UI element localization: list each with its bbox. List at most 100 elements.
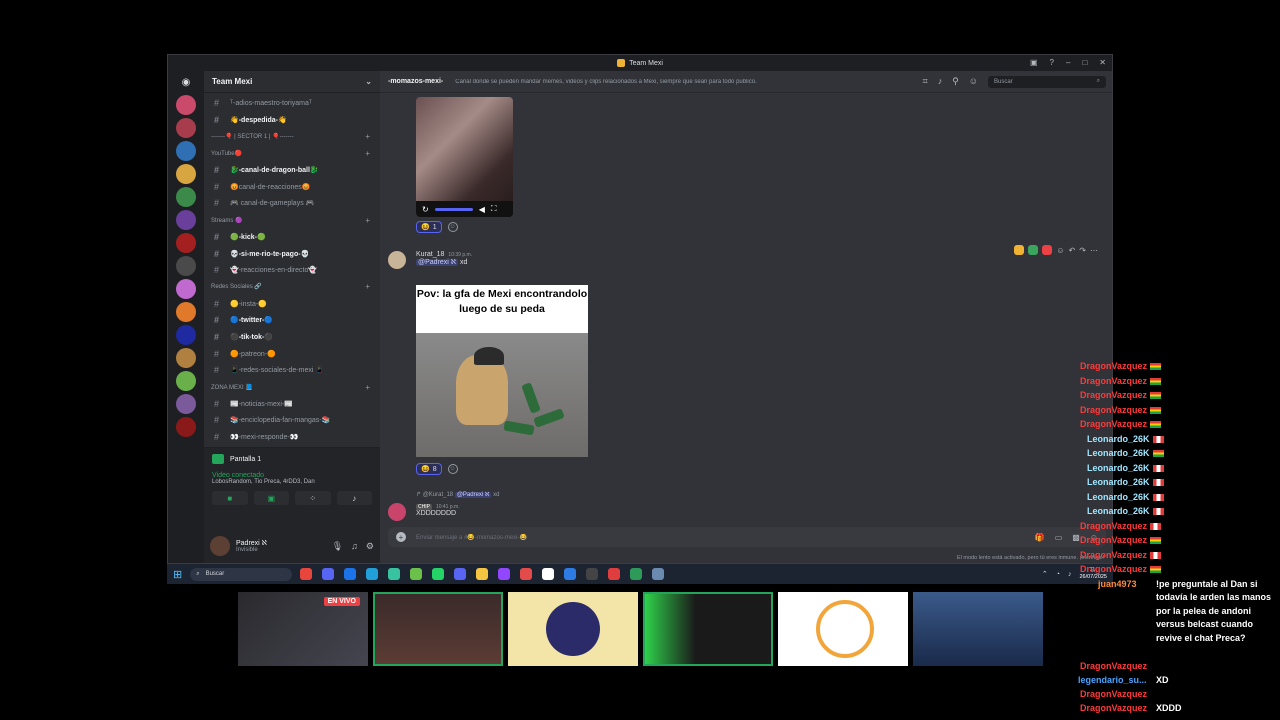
chat-username[interactable]: juan4973 — [1098, 578, 1137, 592]
gif-icon[interactable]: ▭ — [1055, 533, 1063, 542]
soundboard-button[interactable]: ♪ — [336, 491, 372, 505]
app-icon[interactable] — [498, 568, 511, 580]
server-icon[interactable] — [176, 95, 196, 115]
mention[interactable]: @Padrexi ℵ — [416, 259, 459, 266]
chat-username[interactable]: DragonVazquez — [1080, 521, 1147, 531]
chat-username[interactable]: DragonVazquez — [1080, 376, 1147, 386]
minimize-button[interactable]: – — [1066, 58, 1070, 67]
whatsapp-icon[interactable] — [432, 568, 445, 580]
server-icon[interactable] — [176, 210, 196, 230]
volume-icon[interactable]: ◀ — [479, 205, 485, 214]
volume-icon[interactable]: ♪ — [1068, 571, 1072, 578]
channel-item[interactable]: # 😡canal-de-reacciones😡 — [208, 178, 376, 195]
server-icon[interactable] — [176, 279, 196, 299]
channel-item[interactable]: # 👋-despedida-👋 — [208, 112, 376, 129]
channel-item[interactable]: # ᵀ-adios-maestro-toriyamaᵀ — [208, 95, 376, 112]
app-icon[interactable] — [630, 568, 643, 580]
server-icon[interactable] — [176, 417, 196, 437]
app-icon[interactable] — [542, 568, 555, 580]
server-icon[interactable] — [176, 141, 196, 161]
server-icon[interactable] — [176, 187, 196, 207]
guild-header[interactable]: Team Mexi ⌄ — [204, 71, 380, 93]
taskbar-search[interactable]: ⌕ Buscar — [190, 567, 293, 581]
activities-button[interactable]: ⁘ — [295, 491, 331, 505]
chevron-up-icon[interactable]: ⌃ — [1042, 570, 1048, 578]
share-screen-button[interactable]: ▣ — [253, 491, 289, 505]
add-reaction-icon[interactable]: ☺ — [447, 222, 458, 232]
channel-item[interactable]: # ⚫-tik-tok-⚫ — [208, 329, 376, 346]
reaction-emoji-icon[interactable] — [1028, 245, 1039, 255]
fullscreen-icon[interactable]: ⛶ — [491, 204, 497, 214]
add-channel-icon[interactable]: + — [365, 149, 370, 158]
author-name[interactable]: Kurat_18 — [416, 251, 444, 258]
more-icon[interactable]: ⋯ — [1090, 246, 1098, 255]
chat-username[interactable]: Leonardo_26K — [1087, 434, 1150, 444]
threads-icon[interactable]: ⌗ — [923, 76, 928, 87]
chat-username[interactable]: DragonVazquez — [1080, 535, 1147, 545]
channel-item[interactable]: # 👻-reacciones-en-directo👻 — [208, 262, 376, 279]
help-icon[interactable]: ? — [1050, 58, 1054, 67]
avatar[interactable] — [388, 251, 406, 269]
chat-username[interactable]: DragonVazquez — [1080, 419, 1147, 429]
chat-username[interactable]: DragonVazquez — [1080, 361, 1147, 371]
app-icon[interactable] — [520, 568, 533, 580]
server-icon[interactable] — [176, 325, 196, 345]
channel-item[interactable]: # 🟠-patreon-🟠 — [208, 345, 376, 362]
inbox-icon[interactable]: ▣ — [1030, 58, 1038, 67]
chat-username[interactable]: DragonVazquez — [1080, 702, 1147, 716]
app-icon[interactable] — [322, 568, 335, 580]
chat-username[interactable]: DragonVazquez — [1080, 390, 1147, 400]
video-progress-bar[interactable] — [434, 207, 473, 211]
channel-category[interactable]: Redes Sociales 🔗 + — [208, 279, 376, 296]
add-channel-icon[interactable]: + — [365, 383, 370, 392]
channel-item[interactable]: # 🎮 canal-de-gameplays 🎮 — [208, 195, 376, 212]
gift-icon[interactable]: 🎁 — [1035, 533, 1045, 542]
channel-item[interactable]: # 📱-redes-sociales-de-mexi 📱 — [208, 362, 376, 379]
chrome-icon[interactable] — [300, 568, 313, 580]
members-icon[interactable]: ☺ — [969, 76, 978, 87]
video-attachment[interactable]: ↻ ◀ ⛶ — [416, 97, 513, 217]
channel-item[interactable]: # 🟢-kick-🟢 — [208, 229, 376, 246]
reply-icon[interactable]: ↶ — [1069, 246, 1076, 255]
chat-username[interactable]: legendario_su... — [1078, 674, 1147, 688]
discord-icon[interactable] — [454, 568, 467, 580]
channel-item[interactable]: # 📚-enciclopedia-fan-mangas-📚 — [208, 412, 376, 429]
server-icon[interactable] — [176, 118, 196, 138]
camera-button[interactable]: ■ — [212, 491, 248, 505]
search-input[interactable]: Buscar ⌕ — [988, 75, 1106, 88]
obs-icon[interactable] — [586, 568, 599, 580]
maximize-button[interactable]: □ — [1082, 58, 1087, 67]
app-icon[interactable] — [410, 568, 423, 580]
mic-icon[interactable]: 🎙 — [332, 541, 343, 552]
windows-start-icon[interactable]: ⊞ — [173, 568, 182, 581]
replay-icon[interactable]: ↻ — [422, 205, 429, 214]
avatar[interactable] — [388, 503, 406, 521]
chat-username[interactable]: Leonardo_26K — [1087, 506, 1150, 516]
forward-icon[interactable]: ↷ — [1079, 246, 1086, 255]
channel-category[interactable]: Streams 🟣 + — [208, 212, 376, 229]
gear-icon[interactable]: ⚙ — [366, 541, 374, 552]
wifi-icon[interactable]: ◔ — [1056, 571, 1060, 578]
chat-username[interactable]: DragonVazquez — [1080, 564, 1147, 574]
headphones-icon[interactable]: ♫ — [351, 541, 358, 552]
server-icon[interactable] — [176, 348, 196, 368]
server-icon[interactable] — [176, 371, 196, 391]
chat-username[interactable]: DragonVazquez — [1080, 405, 1147, 415]
pin-icon[interactable]: ⚲ — [952, 76, 959, 87]
chat-username[interactable]: Leonardo_26K — [1087, 448, 1150, 458]
reaction[interactable]: 😆 8 — [416, 463, 442, 475]
chat-username[interactable]: Leonardo_26K — [1087, 477, 1150, 487]
app-icon[interactable] — [564, 568, 577, 580]
chat-username[interactable]: DragonVazquez — [1080, 688, 1147, 702]
chat-username[interactable]: DragonVazquez — [1080, 660, 1147, 674]
server-icon[interactable] — [176, 164, 196, 184]
channel-item[interactable]: # 📰-noticias-mexi-📰 — [208, 395, 376, 412]
discord-home-icon[interactable]: ◉ — [176, 77, 196, 91]
app-icon[interactable] — [608, 568, 621, 580]
chat-username[interactable]: Leonardo_26K — [1087, 492, 1150, 502]
server-icon[interactable] — [176, 233, 196, 253]
add-channel-icon[interactable]: + — [365, 132, 370, 141]
chat-username[interactable]: Leonardo_26K — [1087, 463, 1150, 473]
file-explorer-icon[interactable] — [476, 568, 489, 580]
channel-category[interactable]: YouTube🔴 + — [208, 145, 376, 162]
